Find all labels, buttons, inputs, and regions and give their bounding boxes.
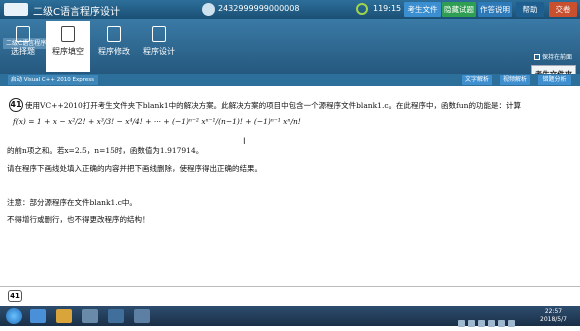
app-icon[interactable]: [82, 309, 98, 323]
question-type-toolbar: 二级C语言程序设计 选择题 程序填空 程序修改 程序设计 保持在前面 考生文件夹: [0, 19, 580, 85]
clock-date: 2018/5/7: [540, 316, 567, 323]
question-formula: f(x) = 1 + x − x²/2! + x³/3! − x⁴/4! + ·…: [13, 117, 301, 126]
tab-fill-in-program[interactable]: 程序填空: [46, 21, 90, 72]
visual-studio-icon[interactable]: [108, 309, 124, 323]
question-number-badge: 41: [9, 98, 23, 112]
list-icon: [16, 26, 30, 42]
help-button[interactable]: 帮助: [516, 2, 544, 17]
text-cursor-icon: I: [243, 137, 246, 147]
clock-icon: [356, 3, 368, 15]
question-text-line: 使用VC++2010打开考生文件夹下blank1中的解决方案。此解决方案的项目中…: [25, 101, 521, 110]
candidate-id: 2432999999000008: [218, 4, 300, 13]
tab-label: 程序设计: [143, 47, 175, 56]
tab-label: 程序填空: [52, 47, 84, 56]
app-logo: [4, 3, 28, 16]
edit-icon: [61, 26, 75, 42]
launch-vc-button[interactable]: 启动 Visual C++ 2010 Express: [8, 75, 98, 85]
browser-icon[interactable]: [30, 309, 46, 323]
folder-icon: [107, 26, 121, 42]
taskbar-clock[interactable]: 22:57 2018/5/7: [540, 308, 567, 324]
question-note-line: 不得增行或删行，也不得更改程序的结构！: [7, 215, 150, 224]
app-icon[interactable]: [134, 309, 150, 323]
tab-design-program[interactable]: 程序设计: [138, 21, 180, 72]
tab-modify-program[interactable]: 程序修改: [92, 21, 136, 72]
start-button-icon[interactable]: [6, 308, 22, 324]
checkbox-icon[interactable]: [534, 54, 540, 60]
clock-time: 22:57: [544, 308, 563, 315]
tab-label: 程序修改: [98, 47, 130, 56]
time-remaining: 119:15: [373, 4, 402, 13]
divider: [0, 286, 580, 287]
submit-button[interactable]: 交卷: [549, 2, 577, 17]
student-folder-button[interactable]: 考生文件夹: [404, 2, 441, 29]
question-note-line: 注意：部分源程序在文件blank1.c中。: [7, 198, 137, 207]
app-title: 二级C语言程序设计: [33, 7, 120, 18]
question-page-button[interactable]: 41: [8, 290, 22, 302]
question-text-line: 的前n项之和。若x=2.5，n=15时，函数值为1.917914。: [7, 146, 204, 155]
video-analysis-button[interactable]: 视频解析: [500, 75, 530, 85]
title-bar: 二级C语言程序设计 2432999999000008 119:15 考生文件夹 …: [0, 0, 580, 29]
hide-question-button[interactable]: 隐藏试题: [442, 2, 476, 17]
tab-multiple-choice[interactable]: 选择题: [3, 21, 43, 72]
text-analysis-button[interactable]: 文字解析: [462, 75, 492, 85]
keep-on-top-toggle[interactable]: 保持在前面: [534, 52, 572, 61]
windows-taskbar: 22:57 2018/5/7: [0, 306, 580, 327]
monitor-icon: [152, 26, 166, 42]
folder-icon[interactable]: [56, 309, 72, 323]
keep-on-top-label: 保持在前面: [542, 54, 573, 61]
user-icon: [202, 3, 215, 16]
answer-help-button[interactable]: 作答说明: [478, 2, 512, 17]
error-analysis-button[interactable]: 错题分析: [538, 75, 571, 85]
system-tray[interactable]: [458, 312, 528, 327]
action-bar: 启动 Visual C++ 2010 Express 文字解析 视频解析 错题分…: [0, 74, 580, 86]
tab-label: 选择题: [11, 47, 35, 56]
question-text-line: 请在程序下画线处填入正确的内容并把下画线删除，使程序得出正确的结果。: [7, 164, 262, 173]
